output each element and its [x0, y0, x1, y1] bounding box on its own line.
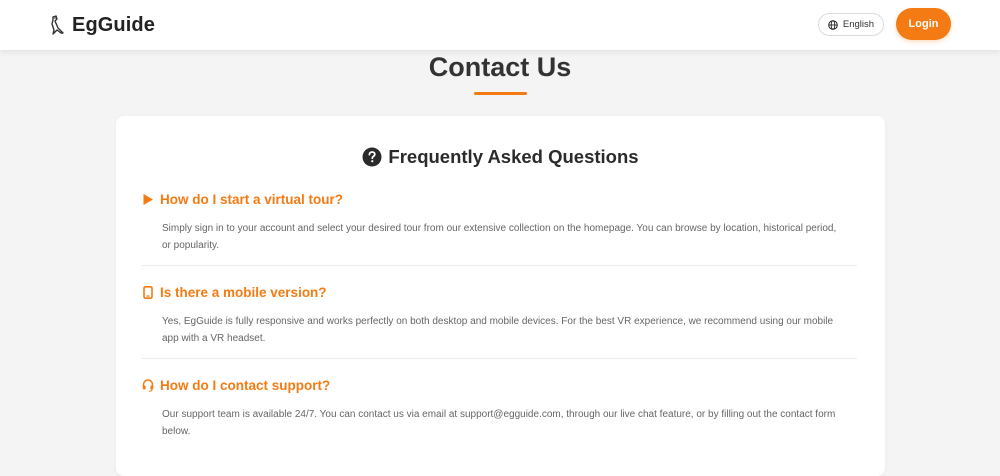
language-label: English: [842, 19, 875, 30]
faq-answer: Yes, EgGuide is fully responsive and wor…: [162, 316, 834, 344]
play-icon: [143, 194, 153, 205]
faq-question[interactable]: Is there a mobile version?: [142, 285, 857, 300]
top-navbar: EgGuide English Login: [0, 0, 1000, 50]
globe-icon: [828, 19, 838, 30]
page-title: Contact Us: [428, 52, 572, 82]
egyptian-bird-icon: [51, 15, 64, 35]
faq-question[interactable]: How do I start a virtual tour?: [142, 192, 857, 207]
language-selector[interactable]: English: [818, 13, 884, 36]
question-circle-icon: [362, 147, 382, 167]
faq-answer: Our support team is available 24/7. You …: [162, 409, 836, 437]
faq-question[interactable]: How do I contact support?: [142, 378, 857, 393]
faq-question-text: How do I contact support?: [160, 378, 331, 393]
login-button[interactable]: Login: [896, 8, 951, 40]
title-underline: [474, 92, 527, 95]
faq-heading: Frequently Asked Questions: [116, 146, 885, 168]
brand-name: EgGuide: [72, 13, 155, 36]
faq-item[interactable]: How do I start a virtual tour? Simply si…: [142, 192, 857, 254]
faq-heading-text: Frequently Asked Questions: [388, 146, 639, 167]
faq-divider: [142, 265, 857, 266]
faq-question-text: Is there a mobile version?: [160, 285, 327, 300]
headset-icon: [142, 379, 154, 392]
faq-divider: [142, 358, 857, 359]
faq-answer: Simply sign in to your account and selec…: [162, 223, 837, 251]
faq-card: Frequently Asked Questions How do I star…: [116, 116, 885, 476]
faq-question-text: How do I start a virtual tour?: [160, 192, 344, 207]
brand-logo[interactable]: EgGuide: [48, 12, 155, 38]
mobile-icon: [143, 286, 153, 299]
faq-item[interactable]: How do I contact support? Our support te…: [142, 378, 857, 440]
faq-item[interactable]: Is there a mobile version? Yes, EgGuide …: [142, 285, 857, 347]
